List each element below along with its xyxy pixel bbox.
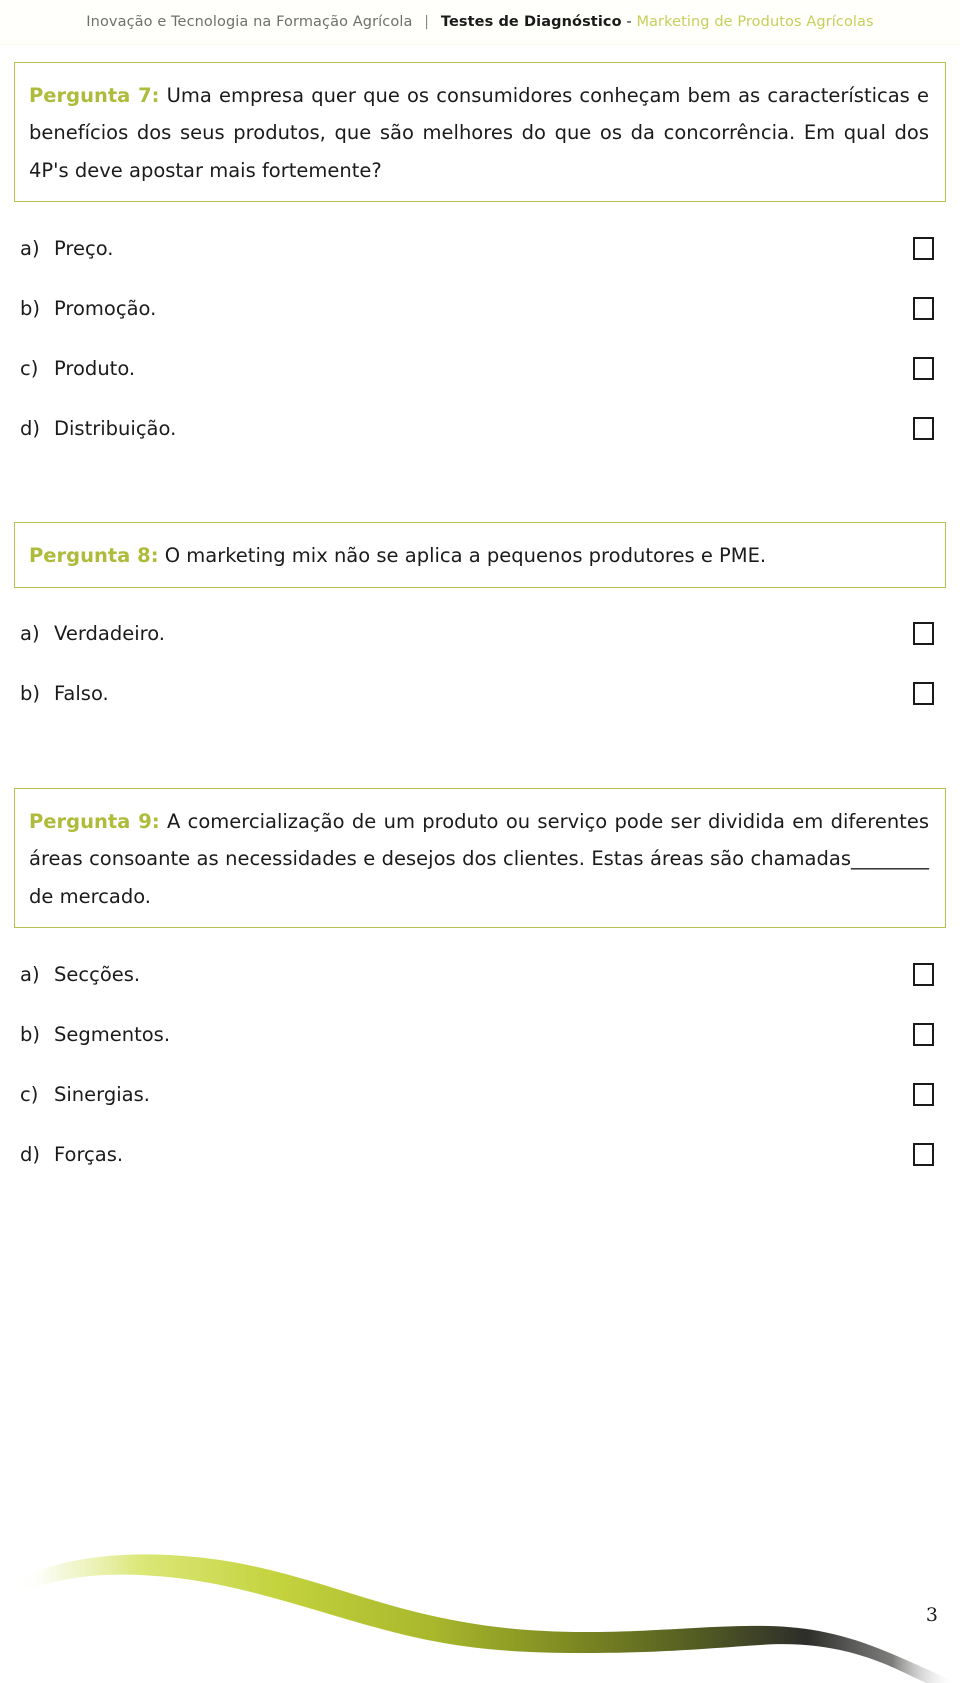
question-body-7: Uma empresa quer que os consumidores con…	[29, 84, 929, 182]
page-content: Pergunta 7: Uma empresa quer que os cons…	[14, 62, 946, 1184]
question-box-9: Pergunta 9: A comercialização de um prod…	[14, 787, 946, 929]
question-label-8: Pergunta 8:	[29, 544, 159, 568]
header-test-title: Testes de Diagnóstico	[440, 14, 622, 30]
option-row[interactable]: c) Sinergias.	[14, 1064, 946, 1124]
question-text-9: Pergunta 9: A comercialização de um prod…	[29, 803, 929, 915]
option-row[interactable]: c) Produto.	[14, 338, 946, 398]
option-letter: c)	[20, 356, 39, 380]
question-label-9: Pergunta 9:	[29, 809, 160, 833]
checkbox-icon[interactable]	[913, 296, 934, 320]
header-separator: |	[424, 14, 430, 30]
option-letter: b)	[20, 296, 40, 320]
checkbox-icon[interactable]	[913, 1082, 934, 1106]
checkbox-icon[interactable]	[913, 236, 934, 260]
option-row[interactable]: d) Distribuição.	[14, 398, 946, 458]
option-label: Forças.	[54, 1142, 124, 1166]
option-label: Produto.	[54, 356, 136, 380]
options-list-9: a) Secções. b) Segmentos. c) Sinergias. …	[14, 944, 946, 1184]
options-list-8: a) Verdadeiro. b) Falso.	[14, 604, 946, 724]
option-label: Segmentos.	[54, 1022, 171, 1046]
option-letter: b)	[20, 1022, 40, 1046]
option-text-group: c) Sinergias.	[20, 1083, 150, 1106]
option-text-group: d) Forças.	[20, 1143, 123, 1166]
option-text-group: a) Verdadeiro.	[20, 622, 165, 645]
option-label: Distribuição.	[54, 416, 177, 440]
option-text-group: c) Produto.	[20, 357, 135, 380]
option-letter: d)	[20, 416, 40, 440]
option-letter: a)	[20, 622, 40, 646]
option-text-group: b) Promoção.	[20, 297, 156, 320]
question-body-9: A comercialização de um produto ou servi…	[29, 809, 929, 908]
question-text-7: Pergunta 7: Uma empresa quer que os cons…	[29, 77, 929, 189]
checkbox-icon[interactable]	[913, 1022, 934, 1046]
checkbox-icon[interactable]	[913, 356, 934, 380]
option-text-group: d) Distribuição.	[20, 417, 176, 440]
option-text-group: a) Secções.	[20, 963, 140, 986]
option-text-group: b) Falso.	[20, 682, 109, 705]
page-header: Inovação e Tecnologia na Formação Agríco…	[0, 0, 960, 44]
question-body-8: O marketing mix não se aplica a pequenos…	[158, 544, 767, 568]
option-row[interactable]: b) Segmentos.	[14, 1004, 946, 1064]
header-divider	[0, 44, 960, 45]
option-label: Promoção.	[54, 296, 157, 320]
question-text-8: Pergunta 8: O marketing mix não se aplic…	[29, 537, 929, 574]
option-row[interactable]: a) Verdadeiro.	[14, 604, 946, 664]
checkbox-icon[interactable]	[913, 1142, 934, 1166]
header-title-line: Inovação e Tecnologia na Formação Agríco…	[86, 14, 873, 30]
question-label-7: Pergunta 7:	[29, 84, 160, 107]
option-letter: c)	[20, 1082, 39, 1106]
header-topic: Marketing de Produtos Agrícolas	[636, 14, 874, 30]
page-number: 3	[925, 1604, 938, 1626]
options-list-7: a) Preço. b) Promoção. c) Produto. d) Di…	[14, 218, 946, 458]
question-box-7: Pergunta 7: Uma empresa quer que os cons…	[14, 62, 946, 203]
option-text-group: a) Preço.	[20, 237, 114, 260]
option-row[interactable]: d) Forças.	[14, 1124, 946, 1184]
wave-shape	[16, 1554, 958, 1683]
option-row[interactable]: b) Falso.	[14, 664, 946, 724]
footer-wave-decoration	[16, 1554, 958, 1683]
option-label: Secções.	[54, 962, 141, 986]
header-course-name: Inovação e Tecnologia na Formação Agríco…	[86, 14, 413, 30]
option-text-group: b) Segmentos.	[20, 1023, 170, 1046]
checkbox-icon[interactable]	[913, 416, 934, 440]
header-dash: -	[626, 14, 632, 30]
option-label: Verdadeiro.	[54, 622, 165, 646]
option-letter: b)	[20, 682, 40, 706]
checkbox-icon[interactable]	[913, 622, 934, 646]
option-row[interactable]: b) Promoção.	[14, 278, 946, 338]
option-row[interactable]: a) Preço.	[14, 218, 946, 278]
option-label: Falso.	[54, 682, 109, 706]
checkbox-icon[interactable]	[913, 682, 934, 706]
option-letter: a)	[20, 236, 40, 260]
option-row[interactable]: a) Secções.	[14, 944, 946, 1004]
option-letter: d)	[20, 1142, 40, 1166]
checkbox-icon[interactable]	[913, 962, 934, 986]
option-letter: a)	[20, 962, 40, 986]
option-label: Preço.	[54, 236, 114, 260]
question-box-8: Pergunta 8: O marketing mix não se aplic…	[14, 522, 946, 588]
option-label: Sinergias.	[54, 1082, 150, 1106]
